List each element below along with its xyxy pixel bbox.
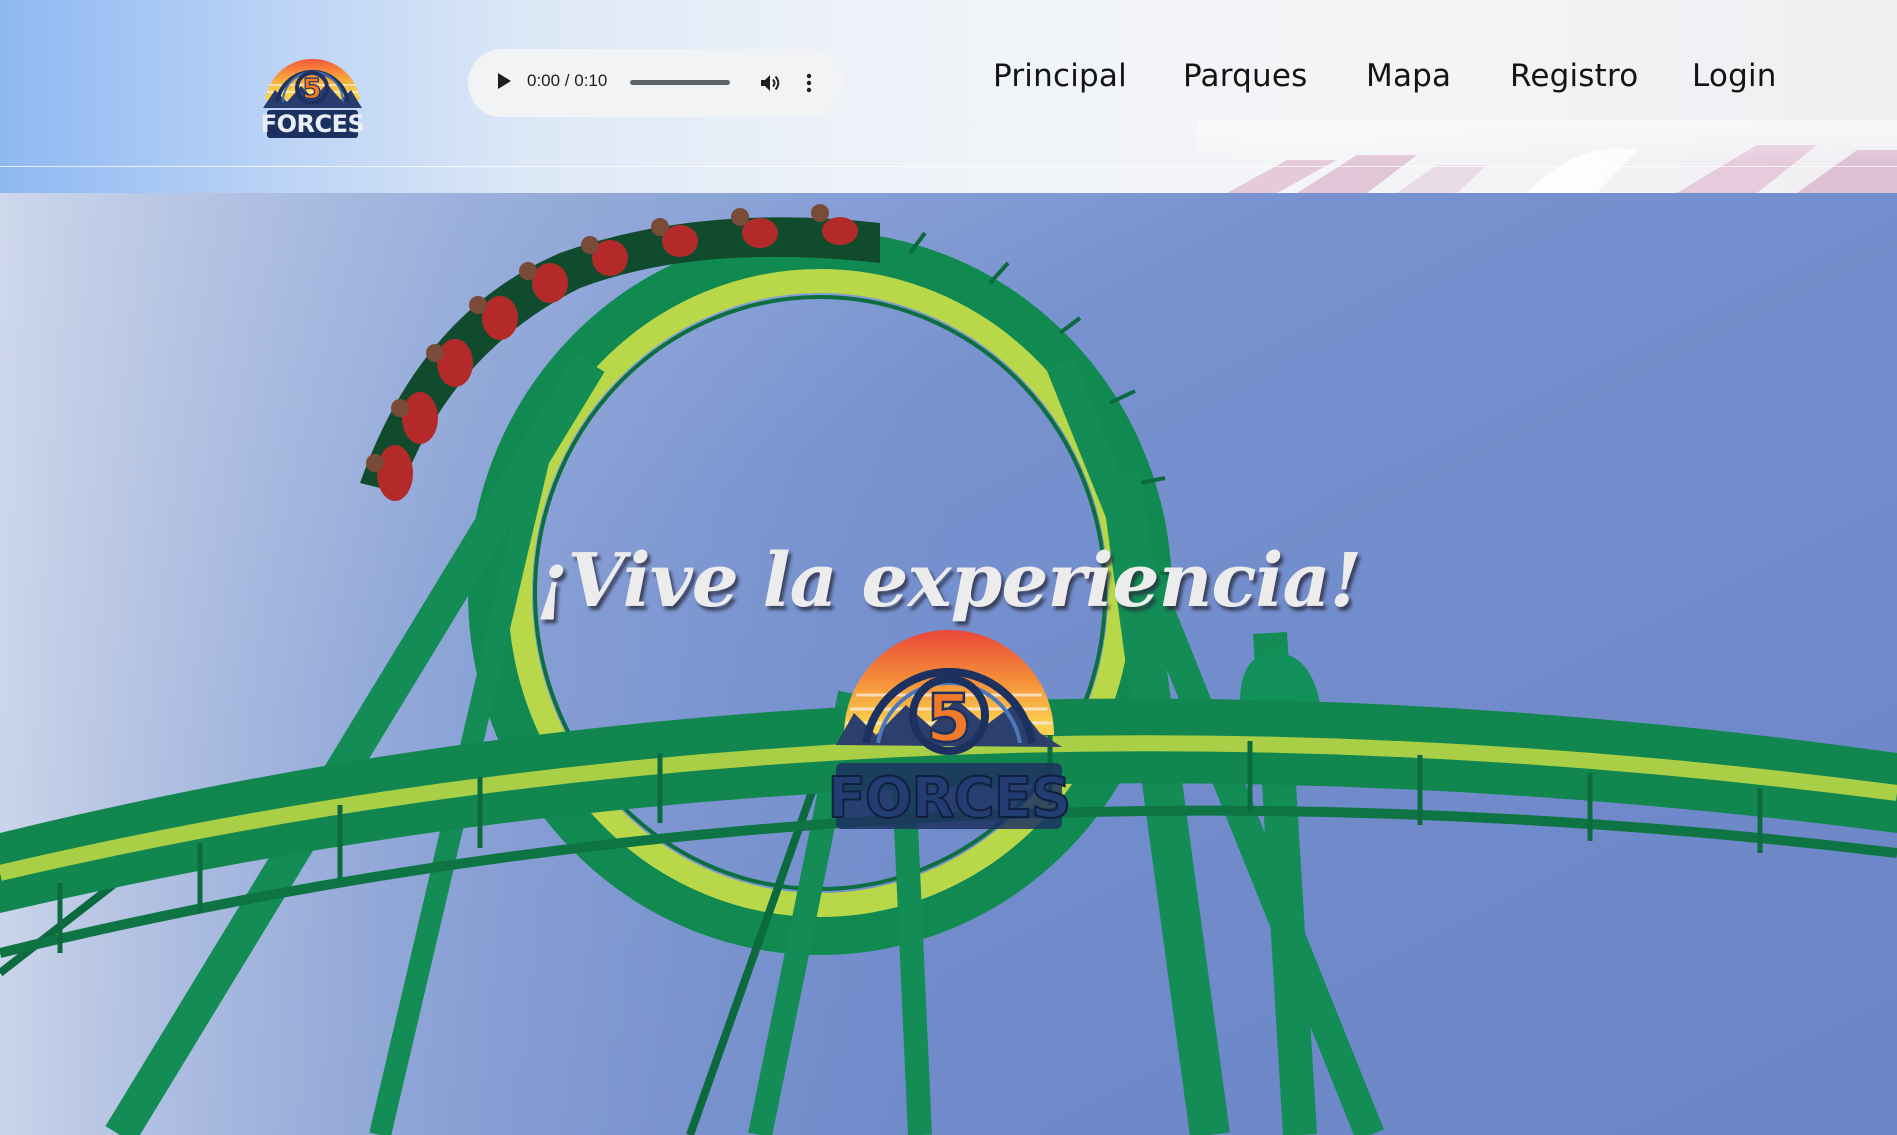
hero-section: ¡Vive la experiencia! 5 FORCES	[0, 193, 1897, 1135]
audio-progress-bar[interactable]	[630, 80, 730, 85]
header-decoration	[1197, 120, 1897, 193]
nav-item-registro[interactable]: Registro	[1510, 58, 1638, 94]
page: 5 FORCES 0:00 / 0:10 Principal Parques M…	[0, 0, 1897, 1135]
audio-player[interactable]: 0:00 / 0:10	[468, 49, 844, 117]
nav-item-login[interactable]: Login	[1692, 58, 1777, 94]
header-divider	[0, 166, 1897, 167]
nav-item-principal[interactable]: Principal	[993, 58, 1127, 94]
play-icon[interactable]	[498, 73, 511, 89]
5-forces-logo[interactable]: 5 FORCES	[255, 30, 370, 142]
nav-item-mapa[interactable]: Mapa	[1366, 58, 1451, 94]
logo-large-numeral: 5	[926, 680, 972, 757]
logo-small-numeral: 5	[302, 72, 321, 105]
more-vertical-icon[interactable]	[804, 72, 814, 94]
5-forces-logo-large: 5 FORCES	[827, 630, 1072, 832]
volume-icon[interactable]	[758, 71, 782, 95]
logo-small-text: FORCES	[261, 110, 365, 138]
audio-time: 0:00 / 0:10	[527, 71, 608, 90]
nav-item-parques[interactable]: Parques	[1183, 58, 1307, 94]
logo-large-text: FORCES	[828, 766, 1071, 831]
site-header: 5 FORCES 0:00 / 0:10 Principal Parques M…	[0, 0, 1897, 193]
